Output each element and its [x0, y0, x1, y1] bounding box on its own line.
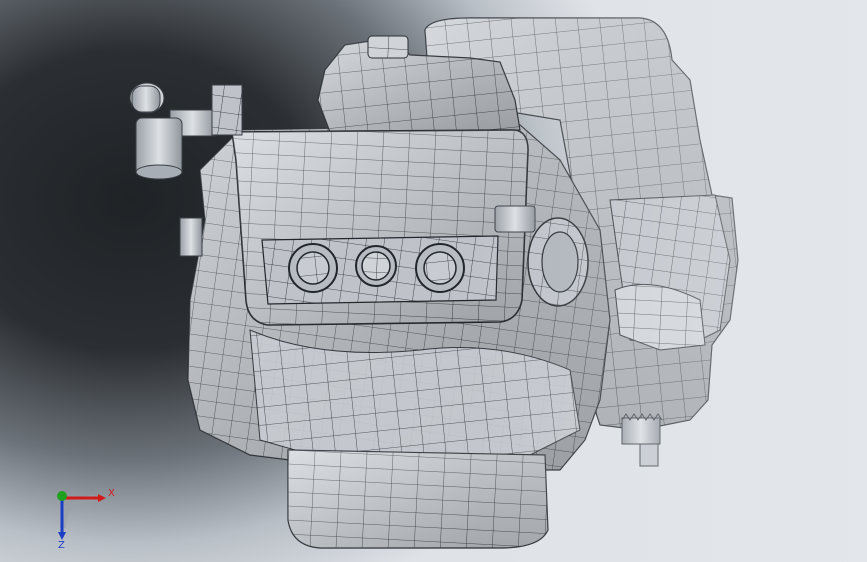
gear [621, 413, 663, 467]
x-axis-arrow [98, 494, 106, 502]
valve-cover [231, 129, 529, 326]
port-center [355, 245, 397, 287]
port-right [415, 243, 465, 293]
engine-model[interactable] [0, 0, 867, 562]
z-axis-arrow [58, 532, 66, 540]
triad-arc [60, 495, 96, 529]
port-left [288, 243, 338, 293]
y-axis-dot [57, 491, 67, 501]
oil-sump [287, 449, 549, 549]
x-axis-label: X [108, 488, 115, 499]
z-axis-label: Z [58, 540, 65, 548]
orientation-triad[interactable]: X Z [40, 478, 130, 548]
graphics-viewport[interactable]: X Z [0, 0, 867, 562]
breather-pipe [129, 82, 216, 180]
